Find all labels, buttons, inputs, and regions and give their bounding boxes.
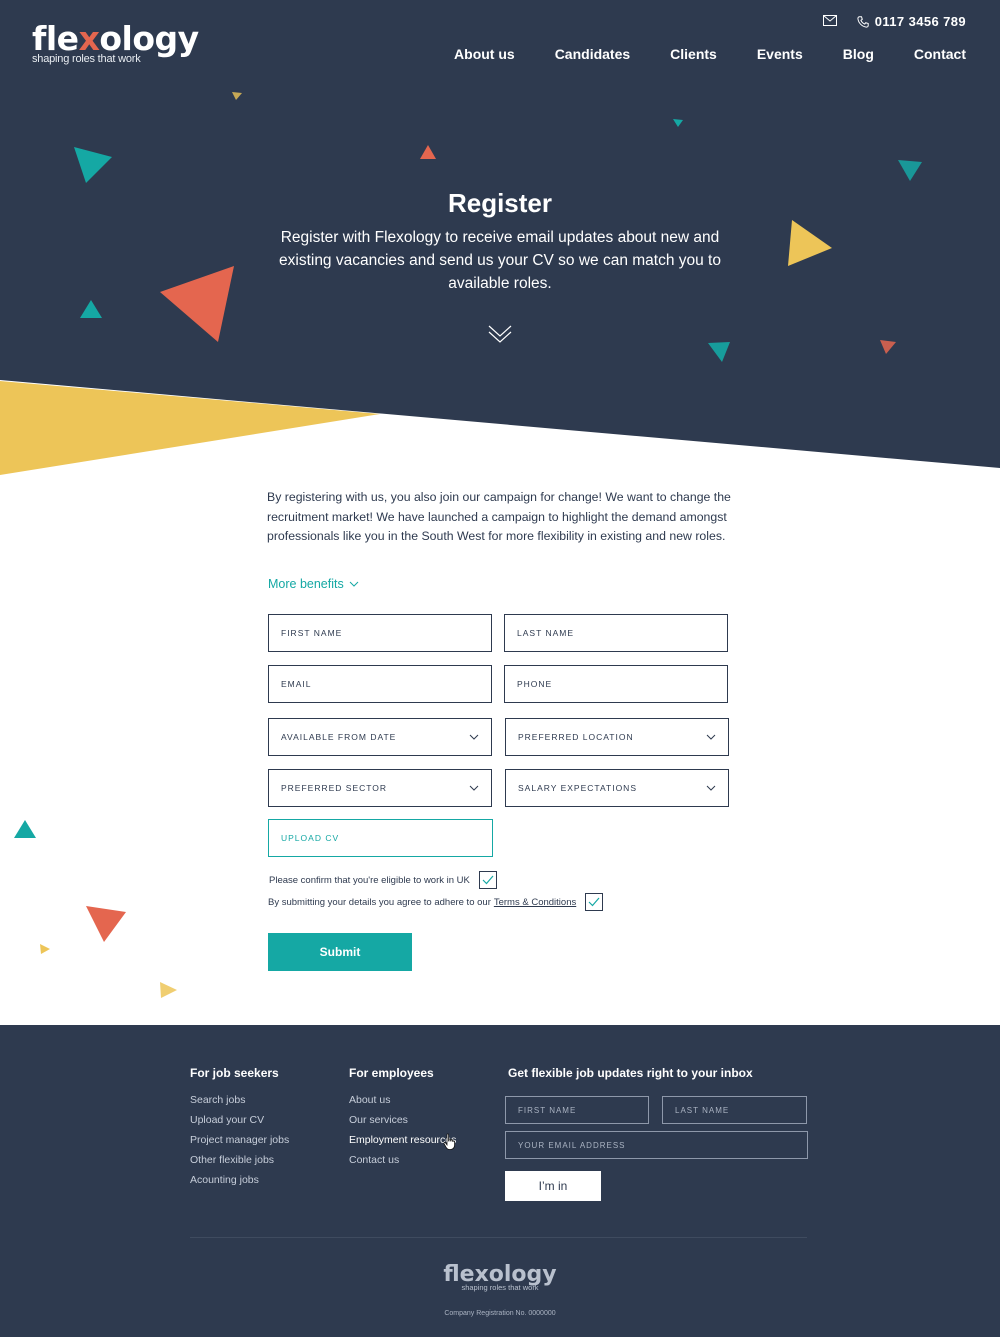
decorative-triangle: [74, 147, 112, 183]
footer-logo[interactable]: flexology shaping roles that work: [0, 1263, 1000, 1292]
decorative-triangle: [673, 119, 683, 127]
eligibility-row: Please confirm that you're eligible to w…: [269, 871, 497, 889]
phone-icon: [857, 15, 869, 28]
checkmark-icon: [482, 875, 494, 885]
more-benefits-label: More benefits: [268, 577, 344, 591]
last-name-placeholder: LAST NAME: [517, 628, 575, 638]
email-placeholder: EMAIL: [281, 679, 312, 689]
newsletter-first-name-placeholder: FIRST NAME: [518, 1105, 577, 1115]
newsletter-last-name-placeholder: LAST NAME: [675, 1105, 730, 1115]
intro-text: By registering with us, you also join ou…: [267, 490, 731, 543]
footer-logo-tagline: shaping roles that work: [461, 1283, 539, 1292]
footer-link-other-flexible-jobs[interactable]: Other flexible jobs: [190, 1154, 274, 1166]
decorative-triangle: [86, 906, 126, 942]
decorative-triangle: [232, 92, 242, 100]
footer-link-our-services[interactable]: Our services: [349, 1114, 408, 1126]
decorative-triangle: [420, 145, 436, 159]
footer-link-project-manager-jobs[interactable]: Project manager jobs: [190, 1134, 289, 1146]
nav-candidates[interactable]: Candidates: [555, 46, 630, 62]
decorative-triangle: [160, 266, 234, 342]
decorative-triangle: [708, 342, 730, 362]
phone-number: 0117 3456 789: [874, 14, 966, 29]
contact-bar: 0117 3456 789: [822, 14, 966, 29]
phone-placeholder: PHONE: [517, 679, 553, 689]
available-from-select[interactable]: AVAILABLE FROM DATE: [268, 718, 492, 756]
nav-contact[interactable]: Contact: [914, 46, 966, 62]
first-name-field[interactable]: FIRST NAME: [268, 614, 492, 652]
salary-expectations-label: SALARY EXPECTATIONS: [518, 783, 637, 793]
terms-link[interactable]: Terms & Conditions: [494, 897, 576, 908]
chevron-down-icon[interactable]: [487, 322, 513, 344]
site-logo[interactable]: flexology shaping roles that work: [32, 22, 199, 66]
phone-link[interactable]: 0117 3456 789: [857, 14, 966, 29]
terms-label: By submitting your details you agree to …: [268, 896, 491, 908]
footer-col2-title: For employees: [349, 1066, 434, 1080]
salary-expectations-select[interactable]: SALARY EXPECTATIONS: [505, 769, 729, 807]
hand-cursor-icon: [443, 1133, 455, 1150]
phone-field[interactable]: PHONE: [504, 665, 728, 703]
footer-link-accounting-jobs[interactable]: Acounting jobs: [190, 1174, 259, 1186]
upload-cv-label: UPLOAD CV: [281, 833, 340, 843]
hero-subtitle: Register with Flexology to receive email…: [279, 229, 721, 292]
footer-link-upload-cv[interactable]: Upload your CV: [190, 1114, 264, 1126]
preferred-location-label: PREFERRED LOCATION: [518, 732, 634, 742]
decorative-triangle: [880, 340, 896, 354]
more-benefits-link[interactable]: More benefits: [268, 577, 359, 591]
available-from-label: AVAILABLE FROM DATE: [281, 732, 397, 742]
decorative-triangle: [14, 820, 36, 838]
chevron-down-icon: [469, 734, 479, 740]
footer-link-employment-resources[interactable]: Employment resources: [349, 1134, 456, 1146]
footer-link-about-us[interactable]: About us: [349, 1094, 390, 1106]
first-name-placeholder: FIRST NAME: [281, 628, 343, 638]
footer-divider: [190, 1237, 807, 1238]
upload-cv-button[interactable]: UPLOAD CV: [268, 819, 493, 857]
chevron-down-icon: [706, 785, 716, 791]
decorative-triangle: [898, 160, 922, 181]
footer-col1-title: For job seekers: [190, 1066, 279, 1080]
preferred-location-select[interactable]: PREFERRED LOCATION: [505, 718, 729, 756]
eligibility-checkbox[interactable]: [478, 871, 497, 889]
newsletter-email-placeholder: YOUR EMAIL ADDRESS: [518, 1140, 626, 1150]
decorative-triangle: [788, 220, 832, 266]
newsletter-email-field[interactable]: YOUR EMAIL ADDRESS: [505, 1131, 808, 1159]
decorative-triangle: [160, 982, 177, 998]
checkmark-icon: [588, 897, 600, 907]
envelope-icon[interactable]: [822, 14, 837, 29]
nav-events[interactable]: Events: [757, 46, 803, 62]
decorative-triangle: [80, 300, 102, 318]
company-registration: Company Registration No. 0000000: [444, 1310, 556, 1317]
nav-blog[interactable]: Blog: [843, 46, 874, 62]
nav-about-us[interactable]: About us: [454, 46, 515, 62]
newsletter-first-name-field[interactable]: FIRST NAME: [505, 1096, 649, 1124]
newsletter-title: Get flexible job updates right to your i…: [508, 1066, 753, 1080]
newsletter-last-name-field[interactable]: LAST NAME: [662, 1096, 807, 1124]
submit-button[interactable]: Submit: [268, 933, 412, 971]
last-name-field[interactable]: LAST NAME: [504, 614, 728, 652]
main-nav: About us Candidates Clients Events Blog …: [454, 46, 966, 62]
email-field[interactable]: EMAIL: [268, 665, 492, 703]
decorative-triangle: [40, 944, 50, 954]
chevron-down-icon: [469, 785, 479, 791]
terms-row: By submitting your details you agree to …: [268, 893, 604, 911]
preferred-sector-label: PREFERRED SECTOR: [281, 783, 388, 793]
preferred-sector-select[interactable]: PREFERRED SECTOR: [268, 769, 492, 807]
page-title: Register: [447, 188, 553, 218]
terms-checkbox[interactable]: [585, 893, 604, 911]
chevron-down-icon: [706, 734, 716, 740]
footer-link-contact-us[interactable]: Contact us: [349, 1154, 399, 1166]
newsletter-submit-button[interactable]: I’m in: [505, 1171, 601, 1201]
eligibility-label: Please confirm that you're eligible to w…: [269, 874, 470, 886]
footer-link-search-jobs[interactable]: Search jobs: [190, 1094, 245, 1106]
chevron-down-icon: [349, 581, 359, 587]
nav-clients[interactable]: Clients: [670, 46, 717, 62]
